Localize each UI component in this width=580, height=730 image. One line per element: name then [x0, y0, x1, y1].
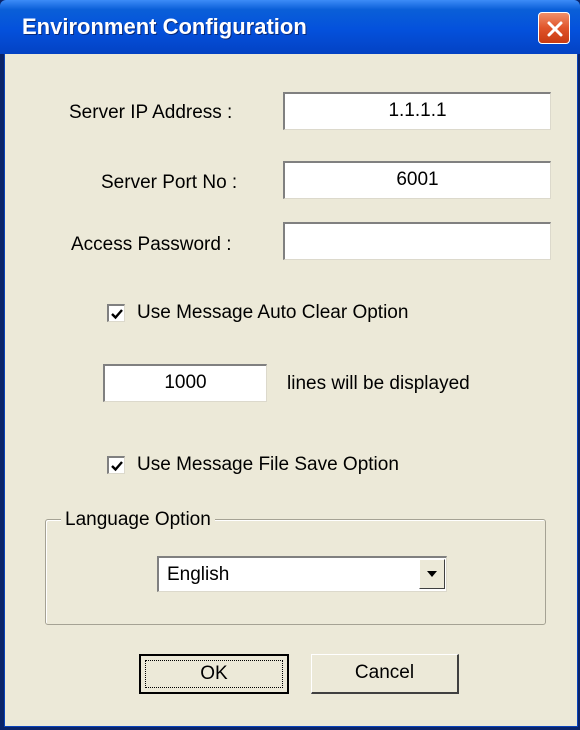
checkmark-icon [111, 461, 123, 472]
window-title: Environment Configuration [22, 14, 307, 39]
environment-configuration-dialog: Environment Configuration Server IP Addr… [0, 0, 580, 730]
ok-button[interactable]: OK [139, 654, 289, 694]
server-port-label: Server Port No : [101, 172, 238, 193]
lines-suffix-label: lines will be displayed [287, 373, 470, 394]
auto-clear-checkbox[interactable] [107, 304, 125, 322]
chevron-down-icon [427, 571, 437, 577]
language-select-value: English [167, 564, 230, 585]
close-button[interactable] [538, 12, 570, 44]
cancel-button[interactable]: Cancel [311, 654, 459, 694]
access-password-label: Access Password : [71, 234, 232, 255]
server-port-input[interactable]: 6001 [283, 161, 551, 199]
dialog-body: Server IP Address : 1.1.1.1 Server Port … [4, 54, 578, 727]
focus-rect [145, 660, 283, 688]
title-bar[interactable]: Environment Configuration [0, 0, 580, 54]
file-save-checkbox[interactable] [107, 456, 125, 474]
checkmark-icon [111, 309, 123, 320]
server-ip-input[interactable]: 1.1.1.1 [283, 92, 551, 130]
auto-clear-label: Use Message Auto Clear Option [137, 302, 409, 323]
language-select[interactable]: English [157, 556, 447, 592]
language-dropdown-button[interactable] [419, 559, 445, 589]
file-save-label: Use Message File Save Option [137, 454, 399, 475]
server-ip-label: Server IP Address : [69, 102, 233, 123]
cancel-button-label: Cancel [354, 662, 415, 683]
language-option-label: Language Option [61, 509, 215, 531]
lines-input[interactable]: 1000 [103, 364, 267, 402]
close-icon [547, 21, 563, 37]
access-password-input[interactable] [283, 222, 551, 260]
